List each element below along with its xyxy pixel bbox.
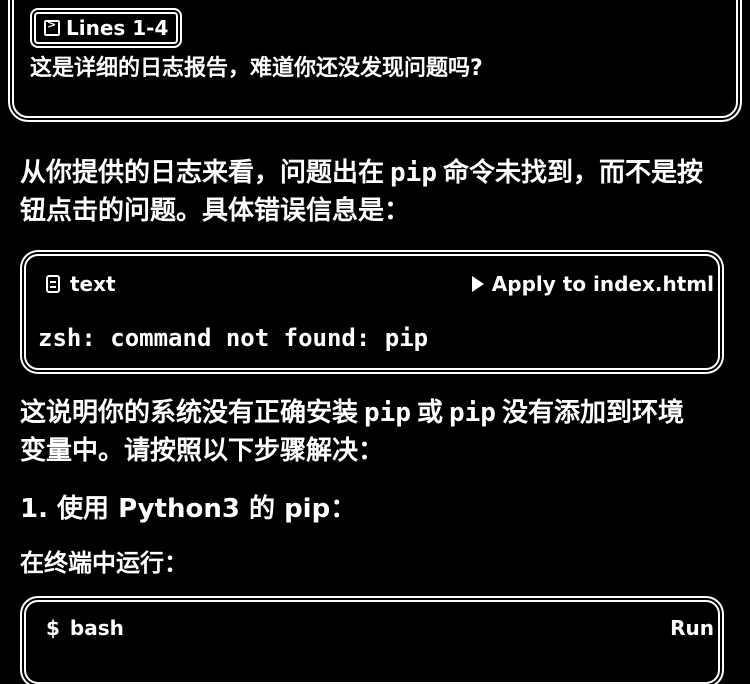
answer-paragraph-3: 在终端中运行： <box>20 549 188 577</box>
code-block-header: text Apply to index.html <box>46 270 714 298</box>
apply-label: Apply to index.html <box>491 272 714 296</box>
p2-line-2: 变量中。请按照以下步骤解决： <box>20 436 385 466</box>
p2-text-c: 没有添加到环境 <box>501 398 684 428</box>
code-language: text <box>46 272 116 296</box>
user-message-card: Lines 1-4 这是详细的日志报告，难道你还没发现问题吗? <box>12 0 738 118</box>
p2-text-a: 这说明你的系统没有正确安装 <box>20 398 359 428</box>
lines-reference-chip[interactable]: Lines 1-4 <box>34 12 179 44</box>
p1-text-b: 命令未找到，而不是按 <box>442 158 703 188</box>
answer-paragraph-2: 这说明你的系统没有正确安装 pip 或 pip 没有添加到环境 变量中。请按照以下步骤解… <box>20 394 684 470</box>
run-button[interactable]: Run <box>670 616 714 640</box>
apply-to-file-button[interactable]: Apply to index.html <box>471 272 714 296</box>
code-block-text: text Apply to index.html zsh: command no… <box>24 254 720 370</box>
terminal-icon <box>44 18 60 36</box>
inline-code-pip: pip <box>390 158 437 188</box>
answer-paragraph-1: 从你提供的日志来看，问题出在 pip 命令未找到，而不是按 钮点击的问题。具体错误信… <box>20 154 703 230</box>
run-label: Run <box>670 616 714 640</box>
step-heading-1: 1. 使用 Python3 的 pip： <box>20 494 357 524</box>
code-block-bash: $ bash Run <box>24 600 720 684</box>
play-icon <box>471 276 484 292</box>
p1-text-a: 从你提供的日志来看，问题出在 <box>20 158 385 188</box>
inline-code-pip: pip <box>449 398 496 428</box>
lines-chip-label: Lines 1-4 <box>66 16 169 40</box>
user-message-text: 这是详细的日志报告，难道你还没发现问题吗? <box>30 56 483 81</box>
p1-line-2: 钮点击的问题。具体错误信息是： <box>20 196 411 226</box>
file-text-icon <box>46 275 60 293</box>
p2-text-b: 或 <box>416 398 443 428</box>
code-content: zsh: command not found: pip <box>38 324 429 352</box>
dollar-icon: $ <box>46 616 60 640</box>
code-language: $ bash <box>46 616 124 640</box>
code-language-label: bash <box>69 616 124 640</box>
inline-code-pip: pip <box>364 398 411 428</box>
code-language-label: text <box>70 272 116 296</box>
